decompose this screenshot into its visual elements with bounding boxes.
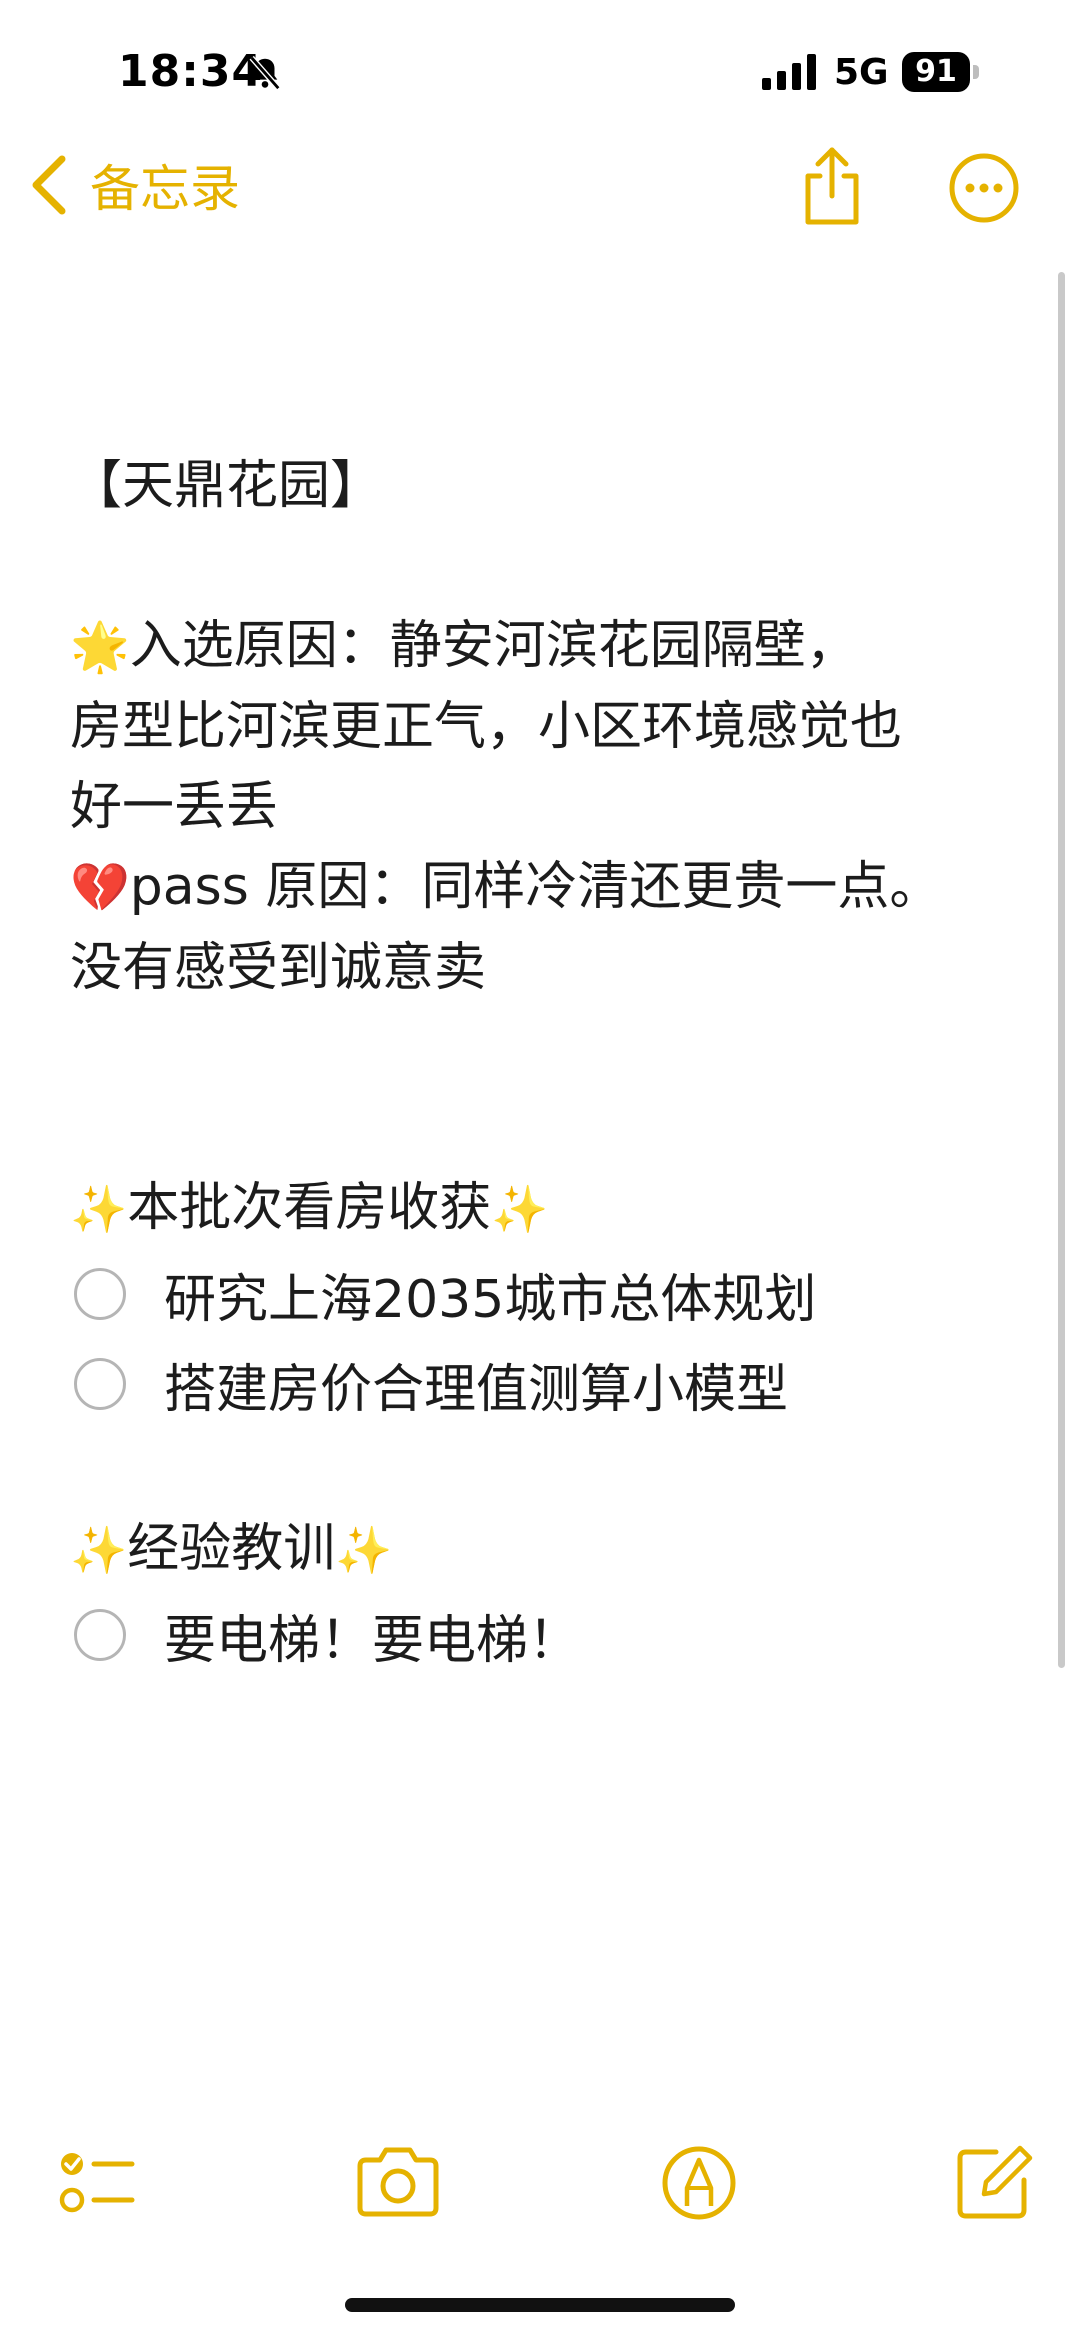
reason-in-text-1: 入选原因：静安河滨花园隔壁，	[129, 616, 858, 676]
checklist-item: 研究上海2035城市总体规划	[70, 1249, 1030, 1339]
checklist-item-text: 要电梯！要电梯！	[164, 1610, 581, 1671]
notes-screen: 18:34 5G 91 备忘录 【天鼎花园】 🌟入选原因：静安河滨花园隔壁， 房…	[0, 0, 1080, 2341]
note-title: 【天鼎花园】	[70, 456, 383, 516]
battery-level: 91	[902, 52, 970, 92]
section-lessons-heading: ✨经验教训✨	[70, 1509, 1030, 1590]
back-label: 备忘录	[90, 160, 240, 218]
back-button[interactable]: 备忘录	[28, 150, 240, 220]
checkbox-circle[interactable]	[74, 1609, 126, 1661]
sparkle-emoji: ✨	[335, 1523, 393, 1577]
bell-slash-icon	[249, 55, 281, 91]
more-icon[interactable]	[948, 152, 1020, 224]
camera-icon[interactable]	[352, 2138, 444, 2228]
checkbox-circle[interactable]	[74, 1268, 126, 1320]
chevron-left-icon	[32, 155, 66, 215]
scroll-indicator[interactable]	[1058, 272, 1065, 1668]
sparkle-emoji: ✨	[70, 1182, 128, 1236]
reason-out-line-1: 💔pass 原因：同样冷清还更贵一点。	[70, 847, 1030, 928]
reason-in-line-1: 🌟入选原因：静安河滨花园隔壁，	[70, 606, 1030, 687]
reason-out-text-1: pass 原因：同样冷清还更贵一点。	[129, 857, 942, 917]
checkbox-circle[interactable]	[74, 1358, 126, 1410]
battery-icon: 91	[902, 52, 982, 92]
checklist-item: 搭建房价合理值测算小模型	[70, 1339, 1030, 1429]
reason-in-line-3: 好一丢丢	[70, 777, 279, 837]
status-bar: 18:34 5G 91	[0, 0, 1080, 140]
sparkle-emoji: ✨	[491, 1182, 549, 1236]
sparkle-emoji: ✨	[70, 1523, 128, 1577]
share-icon[interactable]	[796, 144, 868, 228]
broken-heart-emoji: 💔	[70, 860, 130, 916]
home-indicator[interactable]	[345, 2298, 735, 2312]
battery-cap	[973, 65, 979, 79]
checklist-item-text: 研究上海2035城市总体规划	[164, 1269, 817, 1330]
section-harvest-heading: ✨本批次看房收获✨	[70, 1168, 1030, 1249]
checklist-item-text: 搭建房价合理值测算小模型	[164, 1359, 789, 1420]
section-harvest-title: 本批次看房收获	[127, 1178, 492, 1238]
reason-out-line-2: 没有感受到诚意卖	[70, 938, 487, 998]
note-body[interactable]: 【天鼎花园】 🌟入选原因：静安河滨花园隔壁， 房型比河滨更正气，小区环境感觉也 …	[70, 446, 1030, 1680]
signal-bars-icon	[762, 54, 816, 90]
star-emoji: 🌟	[70, 619, 130, 675]
section-lessons-title: 经验教训	[127, 1519, 336, 1579]
network-type: 5G	[834, 52, 889, 93]
checklist-icon[interactable]	[52, 2138, 142, 2228]
checklist-item: 要电梯！要电梯！	[70, 1590, 1030, 1680]
compose-icon[interactable]	[948, 2138, 1038, 2228]
reason-in-line-2: 房型比河滨更正气，小区环境感觉也	[70, 697, 903, 757]
markup-pen-icon[interactable]	[654, 2138, 744, 2228]
status-time: 18:34	[118, 46, 264, 97]
